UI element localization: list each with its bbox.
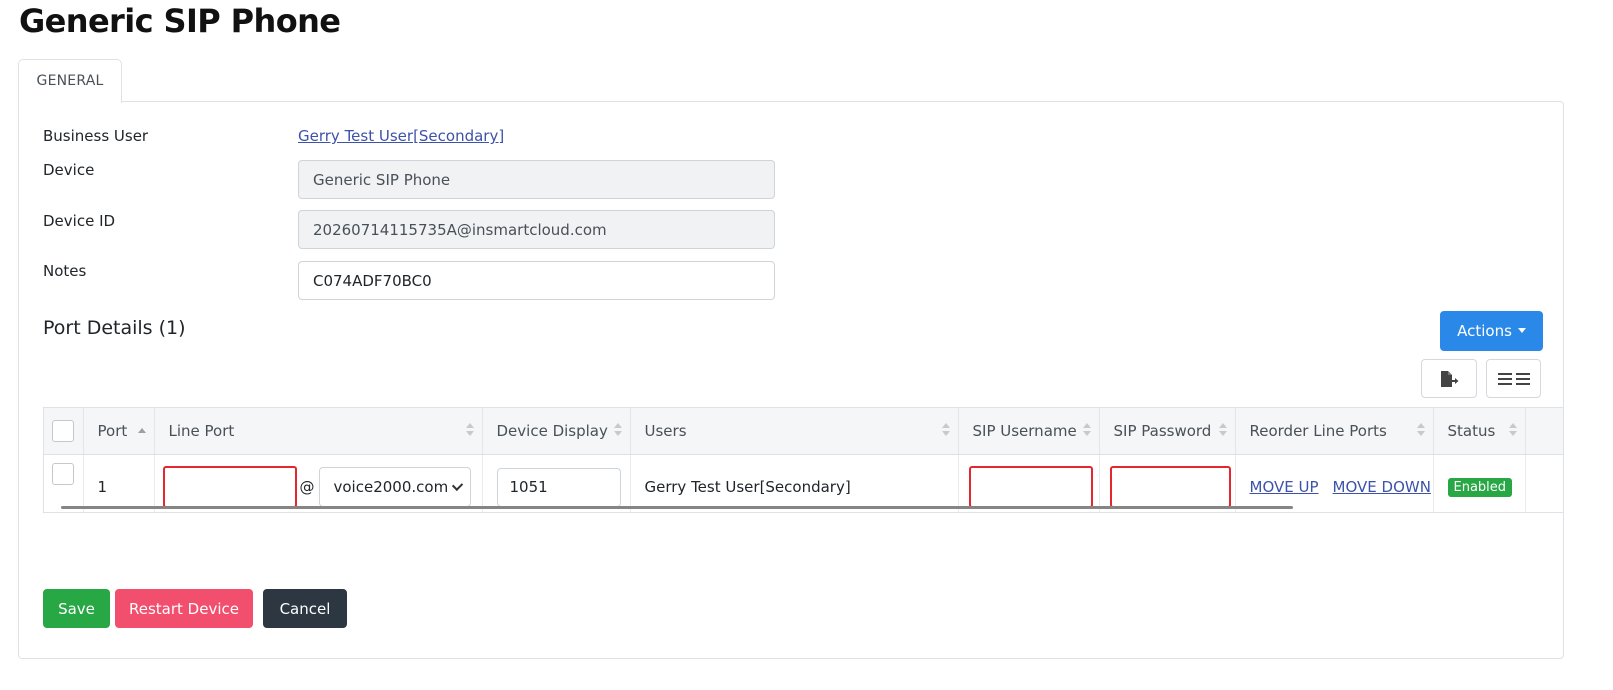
port-details-table: Port Line Port Device Display Users SIP … [43,407,1563,513]
device-display-cell [482,454,631,512]
general-panel: Business User Gerry Test User[Secondary]… [18,101,1564,659]
sip-username-cell [958,454,1100,512]
users-cell: Gerry Test User[Secondary] [630,454,959,512]
reorder-cell: MOVE UP MOVE DOWN [1235,454,1434,512]
actions-label: Actions [1457,322,1512,340]
overflow-cell [1525,454,1563,512]
sort-icon [1082,423,1091,439]
port-cell: 1 [83,454,155,512]
device-display-input[interactable] [496,467,621,507]
cancel-button[interactable]: Cancel [263,589,347,628]
notes-input[interactable] [298,261,775,300]
column-header-sip-username[interactable]: SIP Username [958,408,1100,455]
file-export-icon [1441,370,1459,387]
horizontal-scrollbar[interactable] [61,506,1293,509]
sort-icon [1218,423,1227,439]
domain-value: voice2000.com [333,478,449,496]
domain-select[interactable]: voice2000.com [318,467,471,507]
save-button[interactable]: Save [43,589,110,628]
chevron-down-icon [452,479,464,491]
select-all-cell [44,408,84,455]
column-toggle-button[interactable] [1486,359,1541,398]
column-header-overflow [1525,408,1563,455]
device-id-label: Device ID [43,212,116,230]
line-port-input[interactable] [162,466,297,508]
sort-icon [1416,423,1425,439]
row-checkbox[interactable] [52,463,74,485]
sip-password-cell [1099,454,1236,512]
sort-asc-icon [137,423,146,439]
actions-dropdown-button[interactable]: Actions [1440,311,1543,351]
move-up-link[interactable]: MOVE UP [1250,478,1319,496]
select-all-checkbox[interactable] [52,420,74,442]
restart-device-button[interactable]: Restart Device [115,589,253,628]
column-toggle-icon [1497,372,1530,385]
row-select-cell [44,454,84,512]
sip-password-input[interactable] [1109,466,1231,508]
column-header-device-display[interactable]: Device Display [482,408,631,455]
notes-label: Notes [43,262,87,280]
caret-down-icon [1517,328,1526,333]
device-label: Device [43,161,95,179]
tab-general[interactable]: GENERAL [18,59,122,103]
table-header-row: Port Line Port Device Display Users SIP … [44,408,1563,455]
business-user-link[interactable]: Gerry Test User[Secondary] [298,127,504,145]
sort-icon [1508,423,1517,439]
table-row: 1 @ voice2000.com Gerry Test User[Seconda… [44,454,1563,512]
column-header-line-port[interactable]: Line Port [154,408,483,455]
column-header-reorder-line-ports[interactable]: Reorder Line Ports [1235,408,1434,455]
status-cell: Enabled [1433,454,1526,512]
business-user-label: Business User [43,127,149,145]
device-field [298,160,775,199]
export-button[interactable] [1421,359,1477,398]
status-badge: Enabled [1447,478,1513,497]
sip-username-input[interactable] [968,466,1093,508]
column-header-status[interactable]: Status [1433,408,1526,455]
port-details-title: Port Details (1) [43,317,186,339]
column-header-users[interactable]: Users [630,408,959,455]
device-id-field [298,210,775,249]
move-down-link[interactable]: MOVE DOWN [1333,478,1431,496]
page-title: Generic SIP Phone [19,2,341,40]
sort-icon [613,423,622,439]
sort-icon [465,423,474,439]
at-sign: @ [299,478,315,496]
sort-icon [941,423,950,439]
column-header-sip-password[interactable]: SIP Password [1099,408,1236,455]
column-header-port[interactable]: Port [83,408,155,455]
line-port-cell: @ voice2000.com [154,454,483,512]
